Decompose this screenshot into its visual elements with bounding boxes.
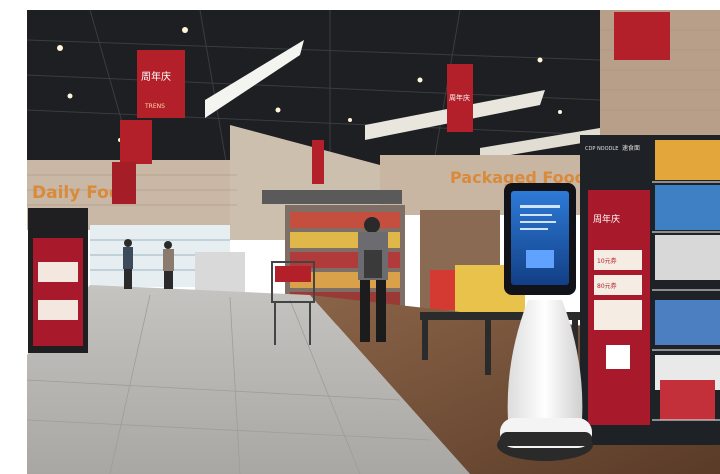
hanging-banner-6 xyxy=(312,140,324,184)
hanging-banner-3 xyxy=(112,162,136,204)
snack-display-red xyxy=(430,270,455,310)
banner-1-text: 周年庆 xyxy=(141,70,171,83)
hanging-banner-4: 周年庆 xyxy=(447,64,473,132)
hanging-banner-1: 周年庆 TRENS xyxy=(137,50,185,118)
aisle-header xyxy=(262,190,402,204)
poster-coupon-2: 80元券 xyxy=(597,282,617,290)
hanging-banner-5 xyxy=(614,12,670,60)
banner-1-brand: TRENS xyxy=(144,103,165,110)
supermarket-photo: Daily Food Packaged Food 周年庆 TRENS 周年庆 C… xyxy=(0,0,720,474)
sign-noodle-cn: 速食面 xyxy=(622,144,640,152)
noodle-shelf: CDP NOODLE 速食面 周年庆 10元券 80元券 xyxy=(580,135,720,445)
photo-frame: Daily Food Packaged Food 周年庆 TRENS 周年庆 C… xyxy=(26,9,720,474)
hanging-banner-2 xyxy=(120,120,152,164)
sign-cdp-noodle: CDP NOODLE xyxy=(585,146,618,152)
poster-coupon-1: 10元券 xyxy=(597,257,617,265)
poster-title: 周年庆 xyxy=(593,213,620,225)
left-promo-kiosk xyxy=(28,208,88,353)
banner-4-text: 周年庆 xyxy=(449,93,470,102)
